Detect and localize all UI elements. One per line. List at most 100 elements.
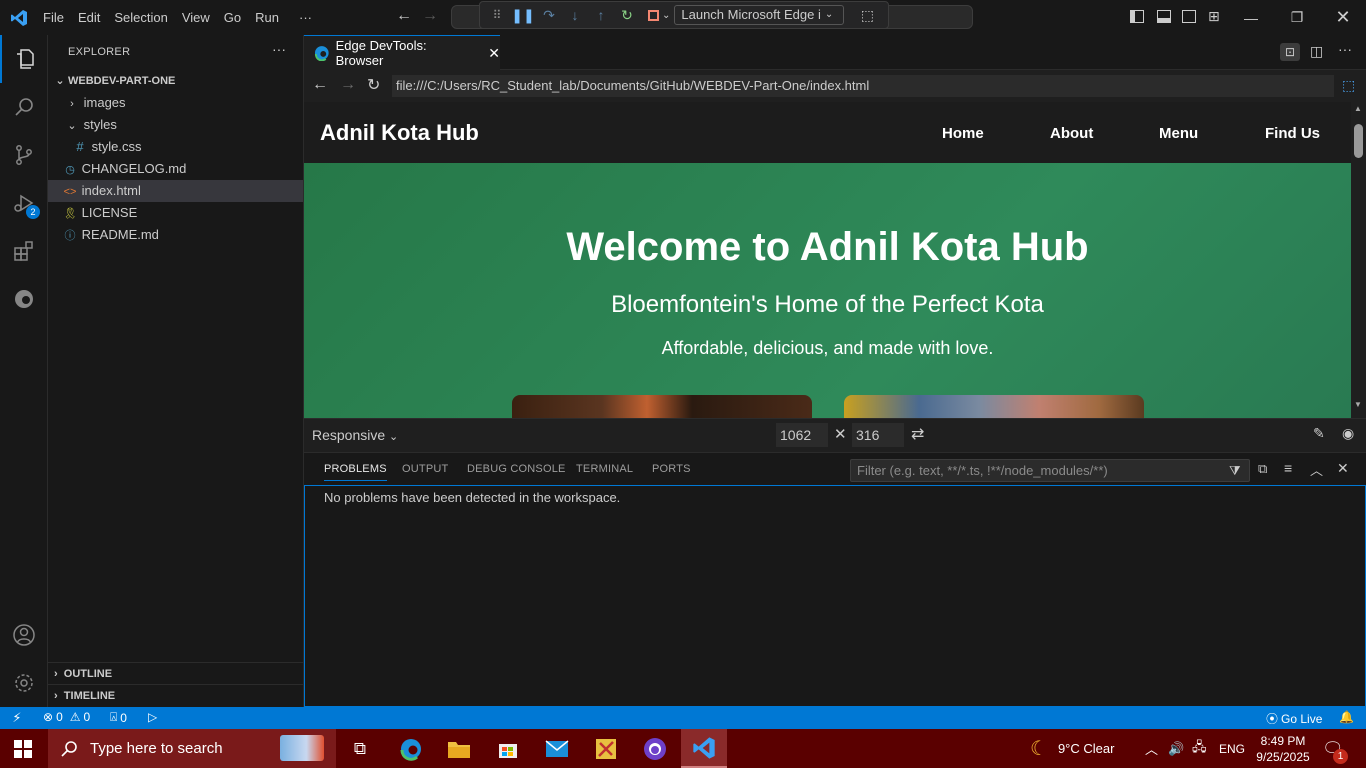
site-logo[interactable]: Adnil Kota Hub — [320, 120, 479, 146]
rotate-icon[interactable]: ⇄ — [911, 424, 924, 444]
timeline-section[interactable]: › TIMELINE — [48, 684, 303, 706]
toggle-sidebar-icon[interactable] — [1130, 10, 1144, 23]
file-explorer-icon[interactable] — [436, 729, 482, 768]
menu-more[interactable]: ··· — [292, 0, 319, 35]
inspect-device-icon[interactable]: ⬚ — [1342, 77, 1355, 94]
tab-ports[interactable]: PORTS — [652, 463, 691, 475]
toggle-screencast-icon[interactable]: ⊡ — [1280, 43, 1300, 61]
minimize-button[interactable]: — — [1228, 0, 1274, 35]
debug-status-icon[interactable]: ▷ — [148, 710, 157, 724]
source-control-icon[interactable] — [0, 131, 48, 179]
menu-file[interactable]: File — [36, 0, 71, 35]
outline-section[interactable]: › OUTLINE — [48, 662, 303, 684]
explorer-icon[interactable] — [0, 35, 48, 83]
stop-icon[interactable] — [642, 4, 664, 26]
tree-item-style-css[interactable]: # style.css — [48, 136, 303, 158]
go-live-button[interactable]: ⦿ Go Live — [1266, 710, 1322, 727]
inspect-icon[interactable]: ⬚ — [856, 4, 878, 26]
tab-debug-console[interactable]: DEBUG CONSOLE — [467, 463, 566, 475]
step-out-icon[interactable]: ↑ — [590, 4, 612, 26]
site-nav-about[interactable]: About — [1050, 125, 1093, 142]
tray-chevron-up-icon[interactable]: ︿ — [1145, 729, 1158, 768]
scroll-down-icon[interactable]: ▼ — [1354, 400, 1362, 409]
debug-target-select[interactable]: Launch Microsoft Edge i ⌄ — [674, 5, 845, 25]
tree-item-styles[interactable]: ⌄ styles — [48, 114, 303, 136]
viewport-scrollbar[interactable]: ▲ ▼ — [1351, 102, 1366, 418]
store-icon[interactable] — [485, 729, 531, 768]
problems-status[interactable]: ⊗ 0 ⚠ 0 — [43, 710, 90, 724]
forward-arrow-icon[interactable]: → — [422, 7, 438, 25]
tools-app-icon[interactable] — [583, 729, 629, 768]
remote-indicator-icon[interactable]: ⚡ — [0, 707, 34, 729]
viewport-width-input[interactable]: 1062 — [776, 423, 828, 447]
menu-run[interactable]: Run — [248, 0, 286, 35]
browser-back-icon[interactable]: ← — [312, 76, 328, 94]
site-nav-home[interactable]: Home — [942, 125, 984, 142]
toggle-panel-icon[interactable] — [1157, 10, 1171, 23]
network-icon[interactable]: 🖧 — [1192, 729, 1207, 768]
ports-status[interactable]: ⍓ 0 — [110, 710, 127, 725]
back-arrow-icon[interactable]: ← — [396, 7, 412, 25]
windows-start-icon[interactable] — [0, 729, 46, 768]
responsive-mode-select[interactable]: Responsive ⌄ — [312, 427, 398, 443]
tab-edge-devtools-browser[interactable]: Edge DevTools: Browser ✕ — [304, 35, 500, 70]
weather-widget[interactable]: ☾ 9°C Clear — [1030, 729, 1114, 768]
edge-devtools-icon[interactable] — [0, 275, 48, 323]
vscode-taskbar-icon[interactable] — [681, 729, 727, 768]
split-editor-icon[interactable]: ◫ — [1310, 43, 1323, 60]
menu-go[interactable]: Go — [217, 0, 248, 35]
clock[interactable]: 8:49 PM 9/25/2025 — [1255, 729, 1311, 768]
pause-icon[interactable]: ❚❚ — [511, 4, 534, 26]
url-input[interactable]: file:///C:/Users/RC_Student_lab/Document… — [392, 75, 1334, 97]
chevron-down-icon[interactable]: ⌄ — [662, 10, 670, 21]
viewport-height-input[interactable]: 316 — [852, 423, 904, 447]
workspace-root[interactable]: ⌄ WEBDEV-PART-ONE — [48, 70, 303, 92]
close-tab-icon[interactable]: ✕ — [488, 45, 500, 62]
task-view-icon[interactable]: ⧉ — [337, 729, 383, 768]
collapse-all-icon[interactable]: ⧉ — [1258, 461, 1267, 477]
browser-reload-icon[interactable]: ↻ — [367, 75, 380, 95]
emulate-css-icon[interactable]: ✎ — [1313, 425, 1325, 442]
tab-terminal[interactable]: TERMINAL — [576, 463, 633, 475]
notifications-bell-icon[interactable]: 🔔 — [1339, 710, 1354, 724]
more-actions-icon[interactable]: ··· — [272, 41, 286, 57]
account-icon[interactable] — [0, 611, 48, 659]
close-window-button[interactable]: ✕ — [1320, 0, 1366, 35]
toggle-secondary-sidebar-icon[interactable] — [1182, 10, 1196, 23]
customize-layout-icon[interactable]: ⊞ — [1208, 8, 1220, 25]
site-nav-find-us[interactable]: Find Us — [1265, 125, 1320, 142]
menu-edit[interactable]: Edit — [71, 0, 107, 35]
menu-selection[interactable]: Selection — [107, 0, 174, 35]
menu-view[interactable]: View — [175, 0, 217, 35]
mail-icon[interactable] — [534, 729, 580, 768]
run-debug-icon[interactable]: 2 — [0, 179, 48, 227]
tree-item-license[interactable]: 🎗 LICENSE — [48, 202, 303, 224]
step-into-icon[interactable]: ↓ — [564, 4, 586, 26]
scroll-up-icon[interactable]: ▲ — [1354, 104, 1362, 113]
taskbar-search-box[interactable]: Type here to search — [48, 729, 336, 768]
drag-handle-icon[interactable]: ⠿ — [486, 4, 508, 26]
restart-icon[interactable]: ↻ — [616, 4, 638, 26]
tree-item-readme[interactable]: ⓘ README.md — [48, 224, 303, 246]
scroll-thumb[interactable] — [1354, 124, 1363, 158]
settings-gear-icon[interactable] — [0, 659, 48, 707]
problems-filter-input[interactable]: Filter (e.g. text, **/*.ts, !**/node_mod… — [850, 459, 1250, 482]
restore-button[interactable]: ❐ — [1274, 0, 1320, 35]
eye-icon[interactable]: ◉ — [1342, 425, 1354, 442]
maximize-panel-icon[interactable]: ︿ — [1310, 460, 1323, 479]
more-actions-icon[interactable]: ··· — [1338, 41, 1352, 57]
volume-icon[interactable]: 🔊 — [1168, 729, 1184, 768]
tree-item-changelog[interactable]: ◷ CHANGELOG.md — [48, 158, 303, 180]
tree-item-images[interactable]: › images — [48, 92, 303, 114]
extensions-icon[interactable] — [0, 227, 48, 275]
browser-forward-icon[interactable]: → — [340, 76, 356, 94]
tab-problems[interactable]: PROBLEMS — [324, 463, 387, 481]
github-desktop-icon[interactable] — [632, 729, 678, 768]
tree-item-index-html[interactable]: <> index.html — [48, 180, 303, 202]
close-panel-icon[interactable]: ✕ — [1337, 460, 1349, 477]
tab-output[interactable]: OUTPUT — [402, 463, 448, 475]
view-as-list-icon[interactable]: ≡ — [1284, 460, 1292, 476]
step-over-icon[interactable]: ↷ — [538, 4, 560, 26]
filter-icon[interactable]: ⧩ — [1229, 460, 1241, 481]
edge-taskbar-icon[interactable] — [388, 729, 434, 768]
